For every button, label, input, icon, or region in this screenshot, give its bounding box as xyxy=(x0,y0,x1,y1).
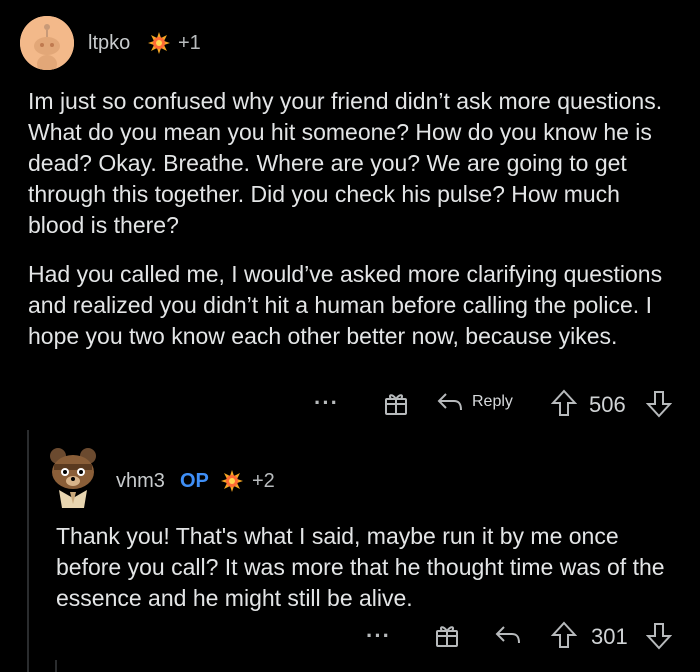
snoo-avatar-icon xyxy=(20,16,74,70)
vote-score: 301 xyxy=(591,624,628,649)
upvote-icon[interactable] xyxy=(550,389,578,422)
award-count: +1 xyxy=(178,32,201,54)
avatar[interactable] xyxy=(44,444,102,510)
gift-icon[interactable] xyxy=(434,622,460,653)
more-icon[interactable]: ··· xyxy=(366,623,391,649)
award-count: +2 xyxy=(252,470,275,492)
avatar[interactable] xyxy=(20,16,74,70)
award-icon[interactable] xyxy=(219,468,245,494)
bear-avatar-icon xyxy=(46,448,100,508)
more-icon[interactable]: ··· xyxy=(314,390,339,416)
vote-score: 506 xyxy=(589,392,626,417)
reply-icon xyxy=(437,393,462,411)
thread-line[interactable] xyxy=(27,430,29,672)
downvote-icon[interactable] xyxy=(645,390,673,423)
comment-paragraph: Had you called me, I would’ve asked more… xyxy=(28,261,663,349)
upvote-icon[interactable] xyxy=(550,621,578,654)
thread-line[interactable] xyxy=(55,660,57,672)
reply-label: Reply xyxy=(472,393,513,410)
username[interactable]: ltpko xyxy=(88,32,130,55)
comment-body: Im just so confused why your friend didn… xyxy=(28,86,678,370)
op-badge: OP xyxy=(180,470,209,492)
comment-body: Thank you! That's what I said, maybe run… xyxy=(56,523,665,611)
reply-icon xyxy=(495,626,520,644)
comment-paragraph: Im just so confused why your friend didn… xyxy=(28,88,663,238)
downvote-icon[interactable] xyxy=(645,622,673,655)
reply-button[interactable] xyxy=(494,624,522,646)
gift-icon[interactable] xyxy=(383,390,409,421)
reply-button[interactable]: Reply xyxy=(436,391,513,413)
username[interactable]: vhm3 xyxy=(116,470,165,493)
award-icon[interactable] xyxy=(146,30,172,56)
